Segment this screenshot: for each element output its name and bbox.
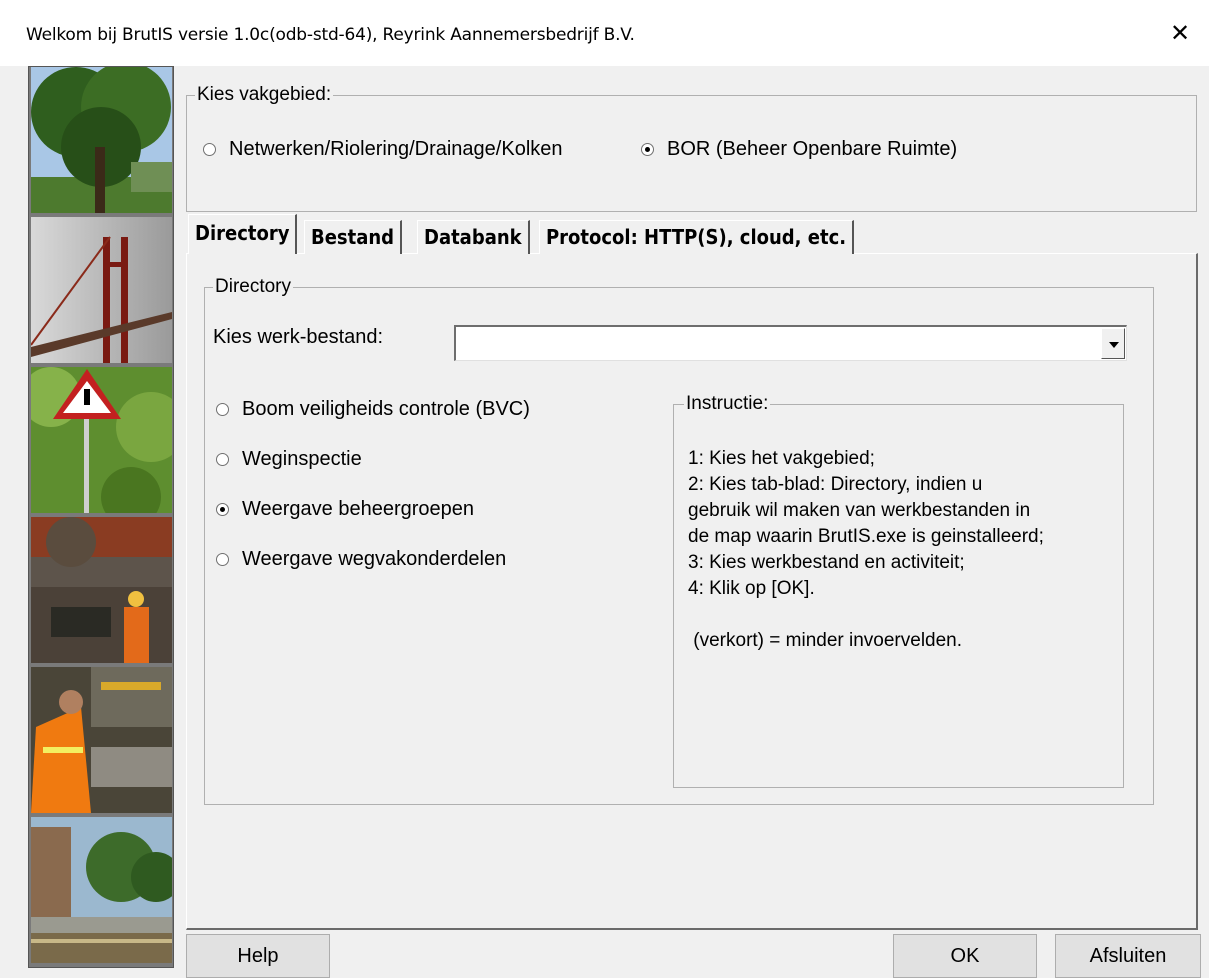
warning-sign-photo <box>31 367 172 513</box>
tab-directory[interactable]: Directory <box>188 214 298 254</box>
radio-dot[interactable] <box>641 143 654 156</box>
radio-dot[interactable] <box>203 143 216 156</box>
radio-beheergroepen-label: Weergave beheergroepen <box>242 498 475 520</box>
radio-netwerken-label: Netwerken/Riolering/Drainage/Kolken <box>229 138 563 160</box>
radio-beheergroepen[interactable]: Weergave beheergroepen <box>216 498 474 521</box>
radio-bor[interactable]: BOR (Beheer Openbare Ruimte) <box>641 138 957 161</box>
radio-dot[interactable] <box>216 503 229 516</box>
directory-legend: Directory <box>213 276 294 298</box>
radio-dot[interactable] <box>216 403 229 416</box>
road-worker-photo <box>31 667 172 813</box>
tree-photo <box>31 67 172 213</box>
radio-netwerken[interactable]: Netwerken/Riolering/Drainage/Kolken <box>203 138 563 161</box>
instructie-text: 1: Kies het vakgebied; 2: Kies tab-blad:… <box>688 448 1044 651</box>
radio-bvc-label: Boom veiligheids controle (BVC) <box>242 398 530 420</box>
radio-bor-label: BOR (Beheer Openbare Ruimte) <box>667 138 958 160</box>
radio-wegvakonderdelen-label: Weergave wegvakonderdelen <box>242 548 507 570</box>
ok-button[interactable]: OK <box>893 934 1037 978</box>
radio-wegvakonderdelen[interactable]: Weergave wegvakonderdelen <box>216 548 506 571</box>
tab-bestand[interactable]: Bestand <box>304 220 403 254</box>
radio-dot[interactable] <box>216 453 229 466</box>
dropdown-arrow-icon[interactable] <box>1101 328 1125 359</box>
radio-dot[interactable] <box>216 553 229 566</box>
bridge-photo <box>31 217 172 363</box>
window-title: Welkom bij BrutIS versie 1.0c(odb-std-64… <box>26 25 635 45</box>
close-icon[interactable]: ✕ <box>1165 18 1195 48</box>
radio-weginspectie[interactable]: Weginspectie <box>216 448 362 471</box>
title-bar: Welkom bij BrutIS versie 1.0c(odb-std-64… <box>0 0 1209 66</box>
canal-street-photo <box>31 817 172 963</box>
werkbestand-combobox[interactable] <box>454 325 1127 361</box>
excavation-worker-photo <box>31 517 172 663</box>
werkbestand-label: Kies werk-bestand: <box>213 326 384 348</box>
help-button[interactable]: Help <box>186 934 330 978</box>
vakgebied-legend: Kies vakgebied: <box>195 84 334 106</box>
afsluiten-button[interactable]: Afsluiten <box>1055 934 1201 978</box>
photo-strip <box>28 66 174 968</box>
tab-protocol[interactable]: Protocol: HTTP(S), cloud, etc. <box>539 220 855 254</box>
instructie-legend: Instructie: <box>684 393 771 415</box>
tab-databank[interactable]: Databank <box>417 220 530 254</box>
radio-weginspectie-label: Weginspectie <box>242 448 362 470</box>
radio-bvc[interactable]: Boom veiligheids controle (BVC) <box>216 398 530 421</box>
